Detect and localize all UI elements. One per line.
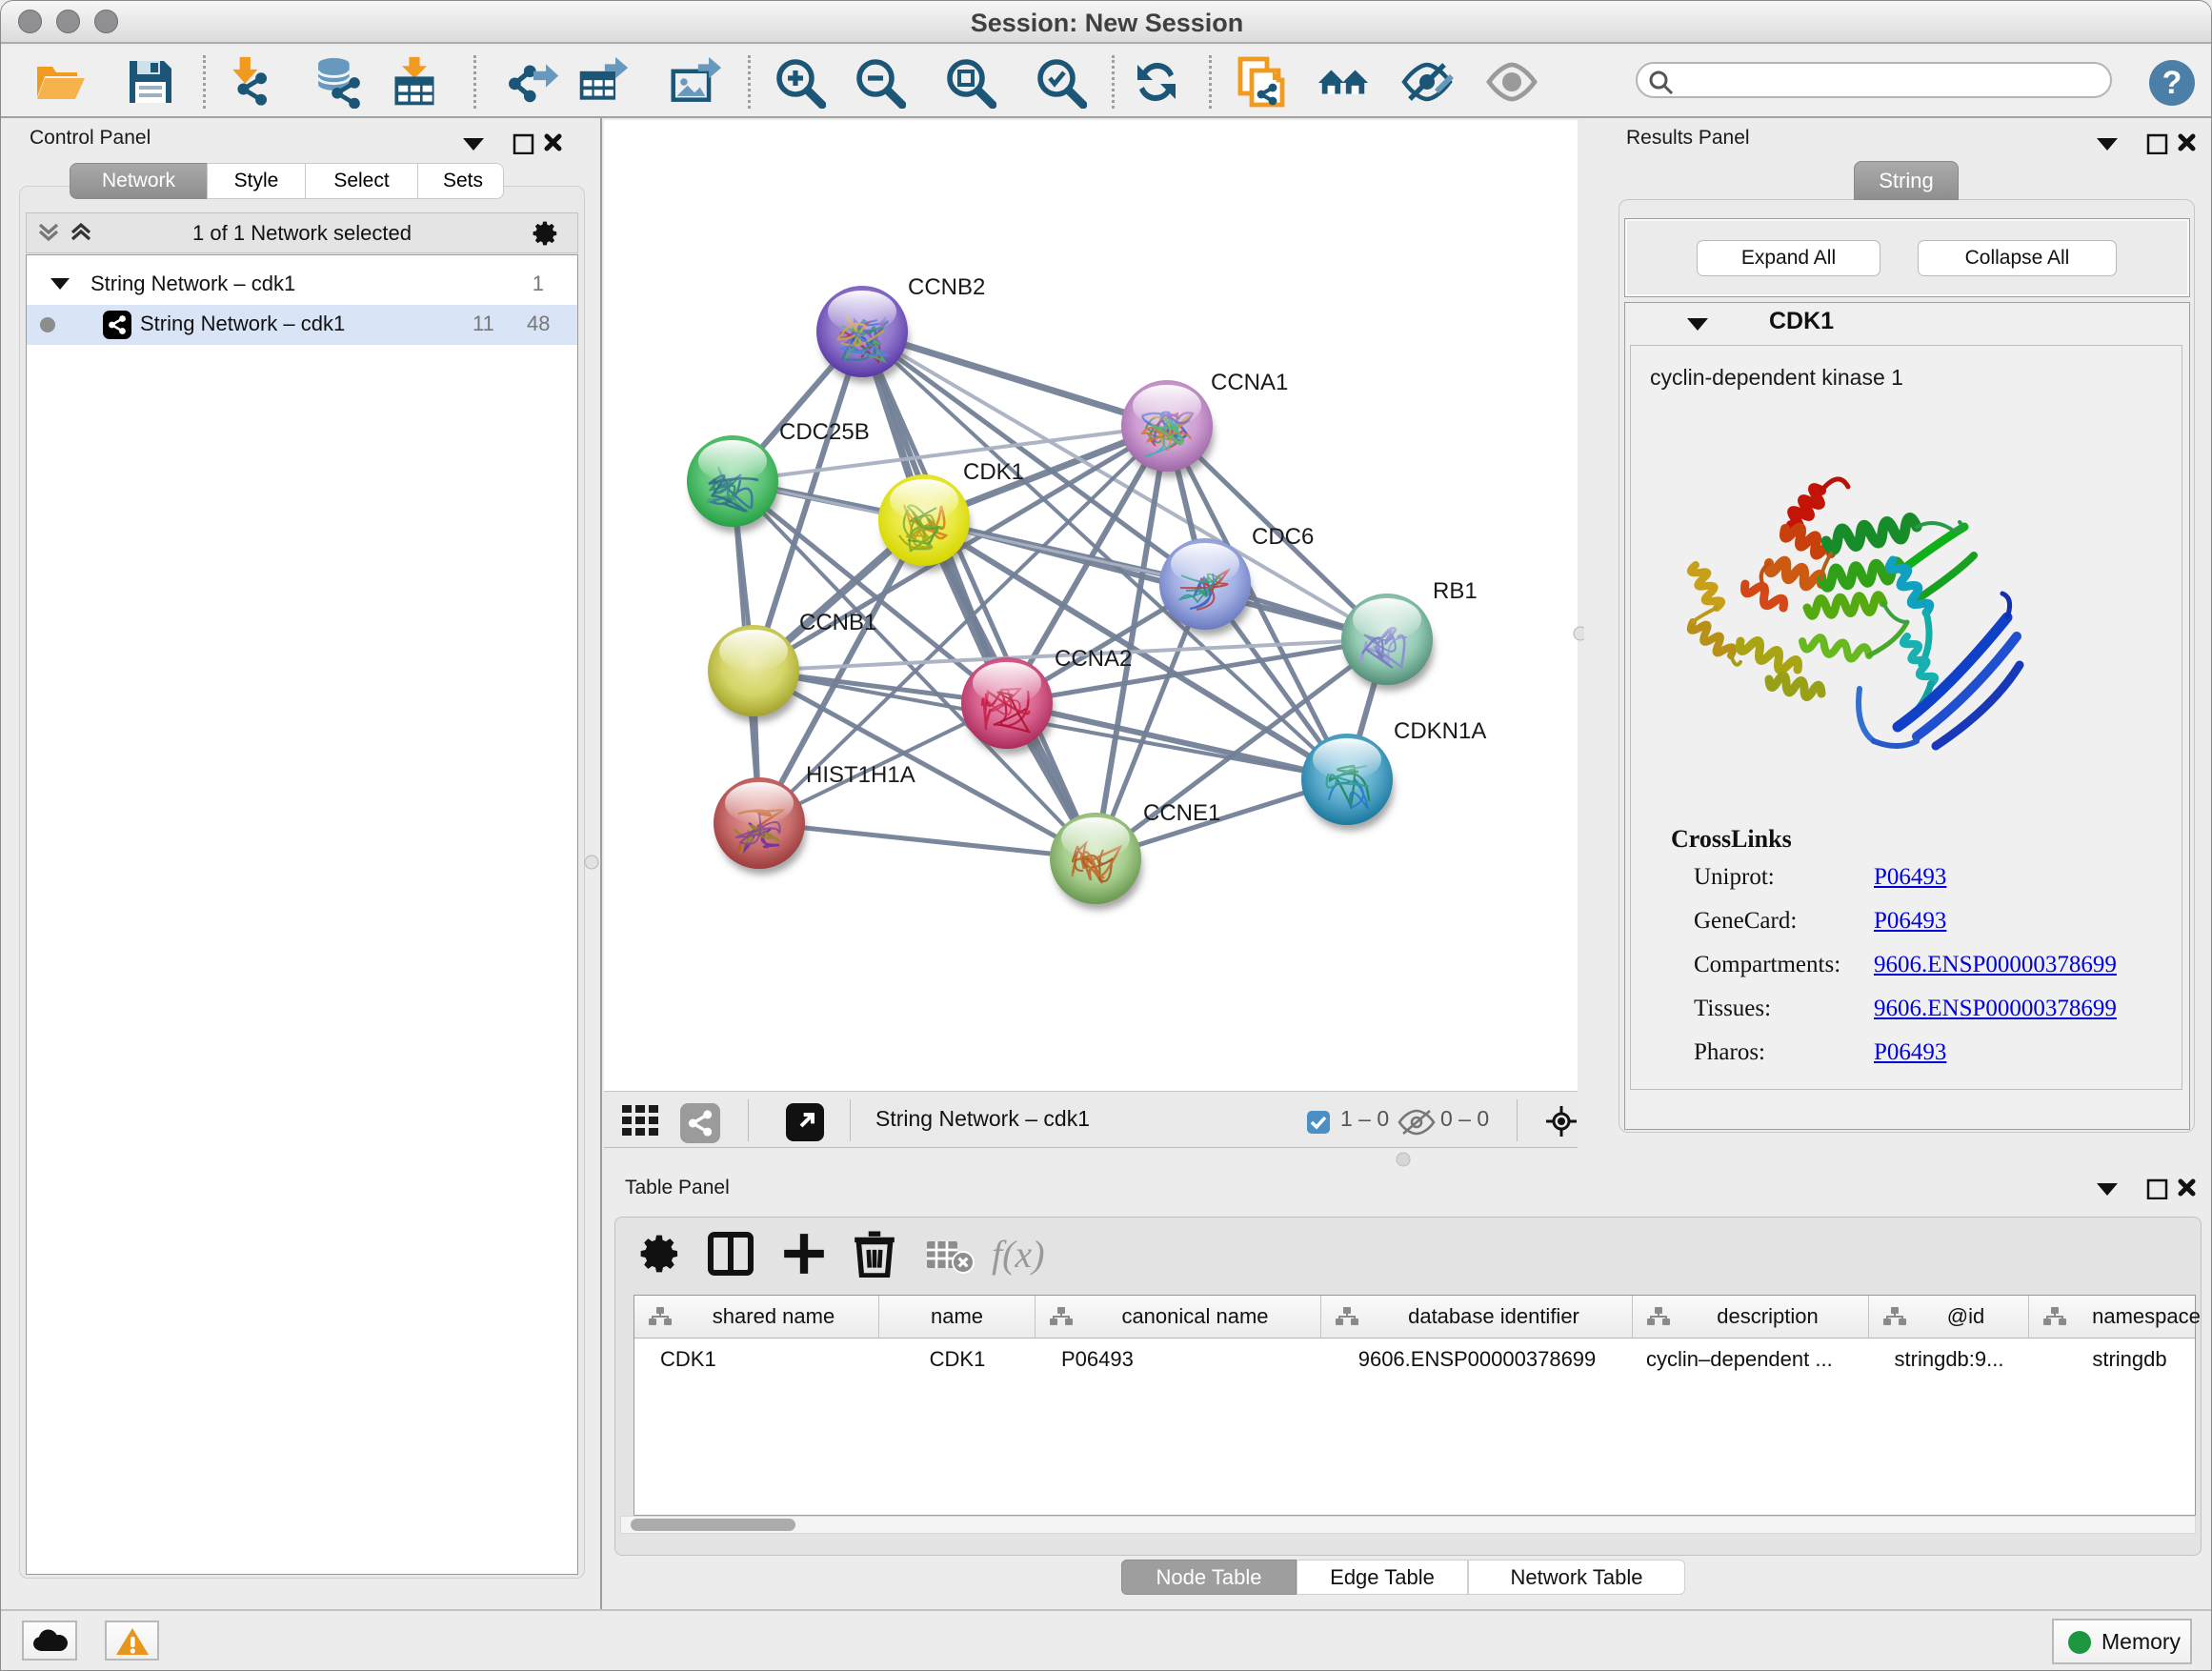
svg-text:CCNA1: CCNA1: [1211, 370, 1288, 395]
svg-text:CDKN1A: CDKN1A: [1394, 718, 1486, 744]
svg-text:CCNE1: CCNE1: [1143, 800, 1220, 826]
svg-text:HIST1H1A: HIST1H1A: [806, 762, 915, 788]
svg-text:CDC25B: CDC25B: [779, 419, 870, 445]
svg-text:CDK1: CDK1: [963, 459, 1024, 485]
svg-text:CCNA2: CCNA2: [1055, 646, 1132, 672]
svg-text:CCNB1: CCNB1: [799, 610, 876, 635]
svg-text:?: ?: [2162, 65, 2182, 101]
svg-text:RB1: RB1: [1433, 578, 1478, 604]
svg-text:CDC6: CDC6: [1252, 524, 1314, 550]
svg-text:CCNB2: CCNB2: [908, 274, 985, 300]
